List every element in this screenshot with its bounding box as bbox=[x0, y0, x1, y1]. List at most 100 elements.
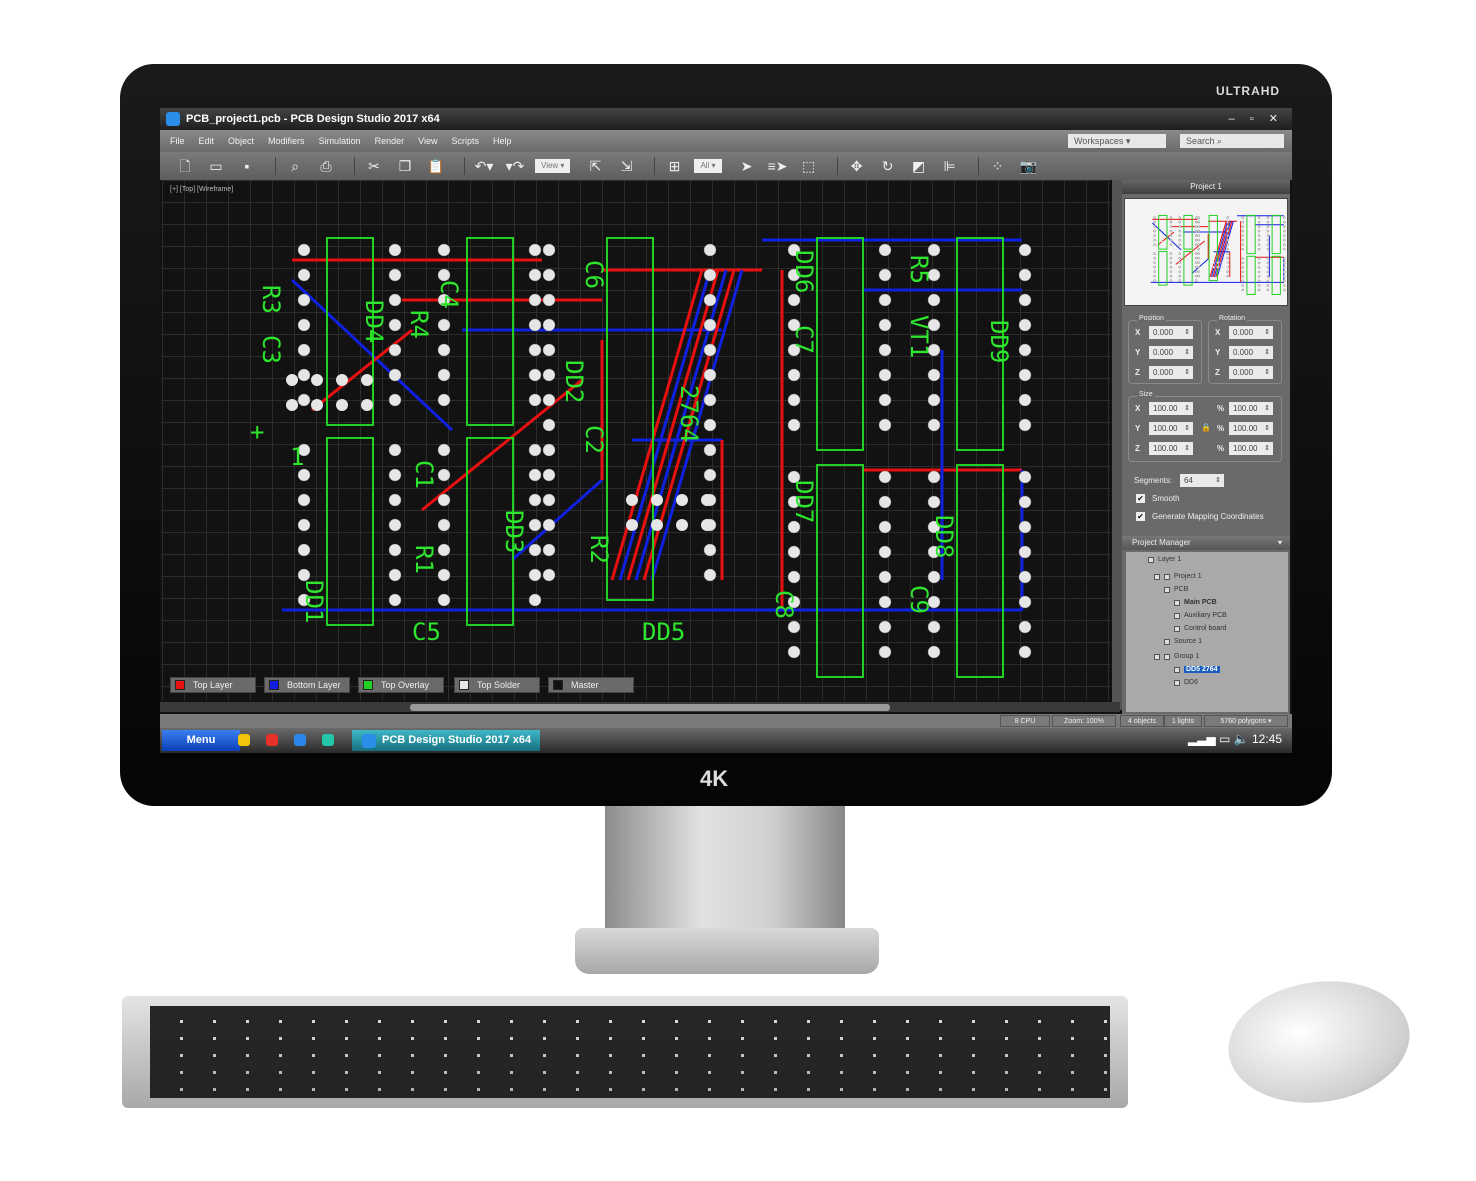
move-icon[interactable]: ✥ bbox=[846, 157, 868, 175]
pcb-viewport[interactable]: [+] [Top] [Wireframe] R3 C3 DD4 R4 C4 C6 DD2 C2… bbox=[162, 180, 1110, 700]
position-x-field[interactable]: 0.000 bbox=[1149, 326, 1193, 339]
tree-item[interactable]: Layer 1 bbox=[1148, 556, 1181, 563]
tree-item[interactable]: Source 1 bbox=[1164, 638, 1202, 645]
component-label[interactable]: DD3 bbox=[500, 510, 528, 553]
print-preview-icon[interactable]: ⌕ bbox=[284, 157, 306, 175]
size-z-percent-field[interactable]: 100.00 bbox=[1229, 442, 1273, 455]
browser-icon[interactable] bbox=[294, 734, 306, 746]
export-icon[interactable]: ⇲ bbox=[615, 157, 637, 175]
scrollbar-thumb[interactable] bbox=[410, 704, 890, 711]
component-label[interactable]: DD4 bbox=[360, 300, 388, 343]
rotate-icon[interactable]: ↻ bbox=[877, 157, 899, 175]
component-label[interactable]: R4 bbox=[405, 310, 433, 339]
signal-icon[interactable]: ▂▃▅ bbox=[1188, 732, 1219, 746]
component-label[interactable]: C1 bbox=[410, 460, 438, 489]
start-menu-button[interactable]: Menu bbox=[162, 730, 240, 751]
size-x-field[interactable]: 100.00 bbox=[1149, 402, 1193, 415]
component-label[interactable]: DD8 bbox=[930, 515, 958, 558]
tree-item[interactable]: Project 1 bbox=[1154, 573, 1202, 580]
print-icon[interactable]: ⎙ bbox=[315, 157, 337, 175]
workspaces-dropdown[interactable]: Workspaces ▾ bbox=[1068, 134, 1166, 148]
window-controls[interactable]: – ▫ ✕ bbox=[1229, 112, 1284, 125]
align-icon[interactable]: ⊫ bbox=[939, 157, 961, 175]
smooth-checkbox[interactable]: ✔ bbox=[1136, 494, 1145, 503]
component-label[interactable]: C3 bbox=[257, 335, 285, 364]
mail-icon[interactable] bbox=[238, 734, 250, 746]
menu-edit[interactable]: Edit bbox=[199, 136, 215, 146]
tree-item-selected[interactable]: DD5 2764 bbox=[1174, 666, 1220, 673]
new-file-icon[interactable]: 🗋 bbox=[174, 157, 196, 175]
menu-help[interactable]: Help bbox=[493, 136, 512, 146]
component-label[interactable]: DD1 bbox=[300, 580, 328, 623]
tree-item[interactable]: Group 1 bbox=[1154, 653, 1199, 660]
select-icon[interactable]: ➤ bbox=[736, 157, 758, 175]
select-by-name-icon[interactable]: ≡➤ bbox=[767, 157, 789, 175]
position-y-field[interactable]: 0.000 bbox=[1149, 346, 1193, 359]
tree-item[interactable]: Main PCB bbox=[1174, 599, 1217, 606]
component-label[interactable]: R1 bbox=[410, 545, 438, 574]
component-label[interactable]: C5 bbox=[412, 620, 441, 644]
volume-icon[interactable]: 🔈 bbox=[1234, 732, 1252, 746]
rotation-y-field[interactable]: 0.000 bbox=[1229, 346, 1273, 359]
search-input[interactable]: Search ⌕ bbox=[1180, 134, 1284, 148]
taskbar-app-button[interactable]: PCB Design Studio 2017 x64 bbox=[352, 730, 540, 751]
material-icon[interactable]: ⁘ bbox=[987, 157, 1009, 175]
vertical-scrollbar[interactable] bbox=[1112, 180, 1122, 710]
component-label[interactable]: DD2 bbox=[560, 360, 588, 403]
mapping-checkbox[interactable]: ✔ bbox=[1136, 512, 1145, 521]
component-label[interactable]: DD9 bbox=[985, 320, 1013, 363]
redo-icon[interactable]: ▾↷ bbox=[504, 157, 526, 175]
render-camera-icon[interactable]: 📷 bbox=[1018, 157, 1040, 175]
menu-simulation[interactable]: Simulation bbox=[319, 136, 361, 146]
component-label[interactable]: C2 bbox=[580, 425, 608, 454]
component-label[interactable]: C6 bbox=[580, 260, 608, 289]
viewport-layout-icon[interactable]: ⊞ bbox=[663, 157, 685, 175]
menu-file[interactable]: File bbox=[170, 136, 185, 146]
layer-master[interactable]: Master bbox=[548, 677, 634, 693]
region-select-icon[interactable]: ⬚ bbox=[798, 157, 820, 175]
segments-field[interactable]: 64 bbox=[1180, 474, 1224, 487]
size-z-field[interactable]: 100.00 bbox=[1149, 442, 1193, 455]
paste-icon[interactable]: 📋 bbox=[425, 157, 447, 175]
open-folder-icon[interactable]: ▭ bbox=[205, 157, 227, 175]
component-label[interactable]: C7 bbox=[790, 325, 818, 354]
scale-icon[interactable]: ◩ bbox=[908, 157, 930, 175]
view-dropdown[interactable]: View ▾ bbox=[535, 159, 571, 173]
component-label[interactable]: VT1 bbox=[905, 315, 933, 358]
rotation-x-field[interactable]: 0.000 bbox=[1229, 326, 1273, 339]
tree-item[interactable]: Auxiliary PCB bbox=[1174, 612, 1227, 619]
layer-top-overlay[interactable]: Top Overlay bbox=[358, 677, 444, 693]
component-label[interactable]: R2 bbox=[585, 535, 613, 564]
size-y-field[interactable]: 100.00 bbox=[1149, 422, 1193, 435]
chevron-down-icon[interactable]: ▾ bbox=[1278, 536, 1282, 550]
import-icon[interactable]: ⇱ bbox=[584, 157, 606, 175]
save-icon[interactable]: ▪ bbox=[236, 157, 258, 175]
component-label[interactable]: DD6 bbox=[790, 250, 818, 293]
layer-bottom[interactable]: Bottom Layer bbox=[264, 677, 350, 693]
component-label[interactable]: 2764 bbox=[675, 385, 703, 443]
menu-view[interactable]: View bbox=[418, 136, 437, 146]
rotation-z-field[interactable]: 0.000 bbox=[1229, 366, 1273, 379]
component-label[interactable]: C8 bbox=[770, 590, 798, 619]
menu-scripts[interactable]: Scripts bbox=[451, 136, 479, 146]
component-label[interactable]: C4 bbox=[435, 280, 463, 309]
polygons-dropdown[interactable]: 5760 polygons ▾ bbox=[1204, 715, 1288, 727]
tree-item[interactable]: DD6 bbox=[1174, 679, 1198, 686]
component-label[interactable]: R5 bbox=[905, 255, 933, 284]
menu-render[interactable]: Render bbox=[375, 136, 405, 146]
component-label[interactable]: R3 bbox=[257, 285, 285, 314]
filter-dropdown[interactable]: All ▾ bbox=[694, 159, 722, 173]
position-z-field[interactable]: 0.000 bbox=[1149, 366, 1193, 379]
copy-icon[interactable]: ❐ bbox=[394, 157, 416, 175]
tree-item[interactable]: PCB bbox=[1164, 586, 1188, 593]
menu-object[interactable]: Object bbox=[228, 136, 254, 146]
component-label[interactable]: DD7 bbox=[790, 480, 818, 523]
size-y-percent-field[interactable]: 100.00 bbox=[1229, 422, 1273, 435]
menu-modifiers[interactable]: Modifiers bbox=[268, 136, 305, 146]
layer-top[interactable]: Top Layer bbox=[170, 677, 256, 693]
layer-top-solder[interactable]: Top Solder bbox=[454, 677, 540, 693]
project-manager-header[interactable]: Project Manager ▾ bbox=[1122, 536, 1290, 550]
component-label[interactable]: 1 bbox=[290, 445, 304, 469]
lock-icon[interactable]: 🔒 bbox=[1201, 423, 1211, 432]
size-x-percent-field[interactable]: 100.00 bbox=[1229, 402, 1273, 415]
